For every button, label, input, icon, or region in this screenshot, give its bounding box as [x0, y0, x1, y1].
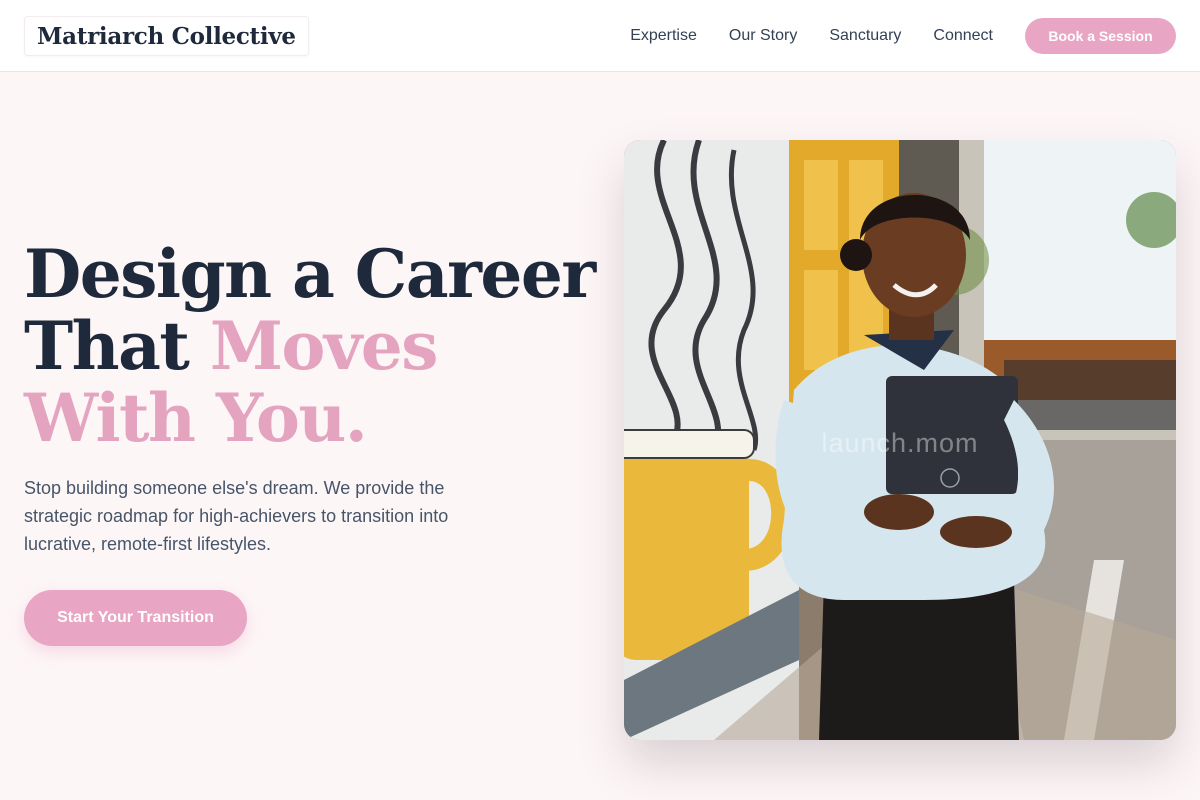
site-header: Matriarch Collective Expertise Our Story… — [0, 0, 1200, 72]
nav-link-connect[interactable]: Connect — [933, 27, 993, 45]
hero-photo: launch.mom — [624, 140, 1176, 740]
start-transition-button[interactable]: Start Your Transition — [24, 590, 247, 646]
headline-accent-word: Moves — [209, 307, 439, 385]
hero-subtext: Stop building someone else's dream. We p… — [24, 478, 449, 554]
hero-headline: Design a Career That Moves With You. — [24, 235, 596, 457]
nav-link-expertise[interactable]: Expertise — [630, 27, 697, 45]
headline-line-1: Design a Career — [24, 235, 596, 313]
nav-link-sanctuary[interactable]: Sanctuary — [829, 27, 901, 45]
nav-link-our-story[interactable]: Our Story — [729, 27, 797, 45]
headline-line-2-dark: That — [24, 307, 210, 385]
book-session-button[interactable]: Book a Session — [1025, 18, 1176, 54]
headline-line-2: That Moves — [24, 310, 594, 382]
image-watermark: launch.mom — [821, 428, 979, 458]
brand-logo[interactable]: Matriarch Collective — [24, 16, 309, 56]
headline-line-3: With You. — [24, 379, 368, 457]
main-nav: Expertise Our Story Sanctuary Connect Bo… — [630, 18, 1176, 54]
